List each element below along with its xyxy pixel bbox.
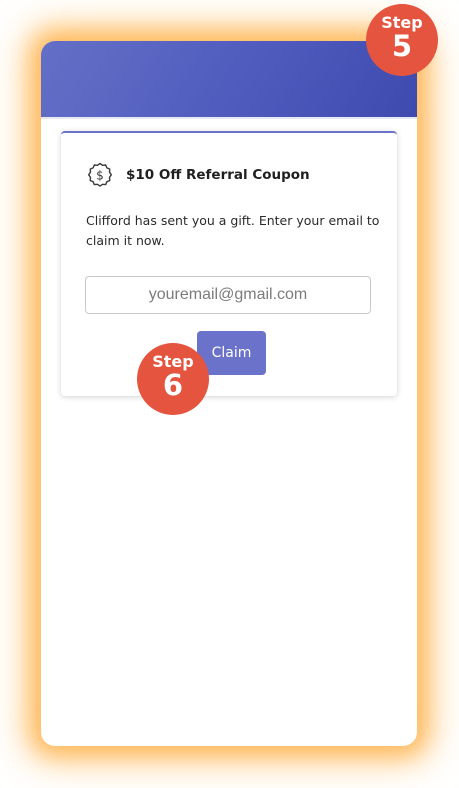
step-5-number: 5: [391, 29, 413, 63]
svg-text:$: $: [96, 168, 104, 182]
step-5-badge: Step 5: [366, 4, 438, 76]
email-input[interactable]: [85, 276, 371, 314]
coupon-heading: $ $10 Off Referral Coupon: [86, 161, 310, 189]
dollar-badge-icon: $: [86, 161, 114, 189]
gift-message: Clifford has sent you a gift. Enter your…: [86, 213, 380, 248]
tutorial-stage: $ $10 Off Referral Coupon Clifford has s…: [0, 0, 459, 788]
header-divider: [41, 117, 417, 119]
step-6-label: Step: [152, 352, 194, 371]
coupon-title: $10 Off Referral Coupon: [126, 167, 310, 183]
step-5-label: Step: [381, 13, 423, 32]
step-6-number: 6: [162, 368, 184, 402]
app-header-bar: [41, 41, 417, 117]
step-6-badge: Step 6: [137, 343, 209, 415]
referral-coupon-card: $ $10 Off Referral Coupon Clifford has s…: [61, 131, 397, 396]
phone-screen: $ $10 Off Referral Coupon Clifford has s…: [41, 41, 417, 746]
